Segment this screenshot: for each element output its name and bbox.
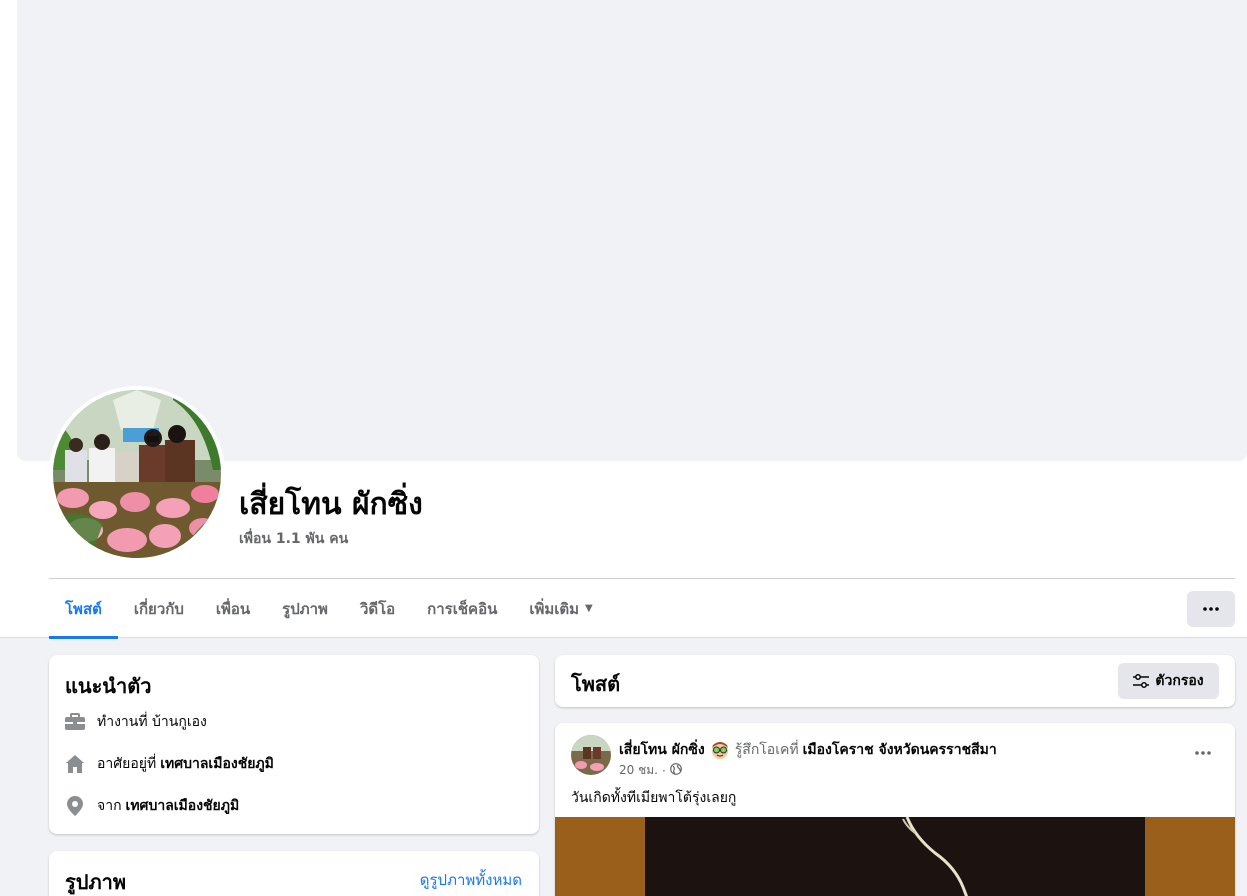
profile-options-button[interactable] [1187, 591, 1235, 627]
profile-header: เสี่ยโทน ผักซิ่ง เพื่อน 1.1 พัน คน โพสต์… [0, 0, 1247, 639]
meta-separator: · [661, 763, 666, 778]
profile-picture[interactable] [53, 390, 221, 558]
see-all-photos-link[interactable]: ดูรูปภาพทั้งหมด [420, 868, 522, 892]
profile-name: เสี่ยโทน ผักซิ่ง [239, 487, 423, 522]
photos-title: รูปภาพ [65, 870, 127, 894]
home-icon [65, 754, 85, 774]
tab-photos[interactable]: รูปภาพ [266, 579, 344, 638]
post-timestamp[interactable]: 20 ชม. [619, 761, 658, 780]
friend-count[interactable]: เพื่อน 1.1 พัน คน [239, 528, 348, 550]
post-text: วันเกิดทั้งทีเมียพาโต้รุ่งเลยกู [571, 790, 737, 806]
tab-label: เพิ่มเติม [529, 599, 580, 618]
tab-more[interactable]: เพิ่มเติม ▼ [513, 579, 608, 638]
post-card: เสี่ยโทน ผักซิ่ง รู้สึกโอเคที่ เมืองโครา… [555, 723, 1235, 896]
more-dots-icon [1203, 607, 1219, 611]
filter-label: ตัวกรอง [1155, 673, 1204, 689]
tab-friends[interactable]: เพื่อน [200, 579, 266, 638]
filter-button[interactable]: ตัวกรอง [1118, 663, 1219, 699]
tab-label: โพสต์ [65, 599, 102, 618]
globe-icon[interactable] [669, 763, 682, 778]
post-photo[interactable] [555, 817, 1235, 896]
intro-from: จาก เทศบาลเมืองชัยภูมิ [65, 795, 239, 817]
profile-tabs: โพสต์ เกี่ยวกับ เพื่อน รูปภาพ วิดีโอ การ… [49, 579, 609, 639]
post-author-avatar[interactable] [571, 735, 611, 775]
posts-header-card: โพสต์ ตัวกรอง [555, 655, 1235, 707]
intro-lives-prefix: อาศัยอยู่ที่ [97, 756, 157, 772]
intro-from-prefix: จาก [97, 798, 122, 814]
tab-label: รูปภาพ [282, 599, 328, 618]
tab-label: การเช็คอิน [427, 599, 498, 618]
post-photo-image [645, 817, 1145, 896]
intro-work: ทำงานที่ บ้านกูเอง [65, 711, 207, 733]
caret-down-icon: ▼ [585, 603, 593, 614]
post-place[interactable]: เมืองโคราช จังหวัดนครราชสีมา [803, 739, 997, 761]
intro-title: แนะนำตัว [65, 674, 152, 698]
more-dots-icon [1195, 751, 1211, 755]
tab-label: เกี่ยวกับ [133, 599, 184, 618]
tab-label: วิดีโอ [359, 599, 396, 618]
post-options-button[interactable] [1185, 741, 1221, 765]
photos-card: รูปภาพ ดูรูปภาพทั้งหมด [49, 851, 539, 896]
tab-videos[interactable]: วิดีโอ [344, 579, 411, 638]
tab-about[interactable]: เกี่ยวกับ [118, 579, 200, 638]
cover-photo[interactable] [17, 0, 1247, 461]
nerd-face-emoji [710, 740, 730, 760]
post-feeling-text: รู้สึกโอเคที่ [734, 742, 799, 758]
intro-from-place[interactable]: เทศบาลเมืองชัยภูมิ [126, 795, 240, 817]
tab-label: เพื่อน [215, 599, 251, 618]
sliders-icon [1133, 674, 1150, 688]
post-header: เสี่ยโทน ผักซิ่ง รู้สึกโอเคที่ เมืองโครา… [619, 739, 997, 761]
post-meta: 20 ชม. · [619, 761, 682, 780]
intro-lives-place[interactable]: เทศบาลเมืองชัยภูมิ [160, 753, 274, 775]
briefcase-icon [65, 712, 85, 732]
post-author-name[interactable]: เสี่ยโทน ผักซิ่ง [619, 739, 705, 761]
posts-title: โพสต์ [571, 672, 621, 696]
location-pin-icon [65, 796, 85, 816]
intro-card: แนะนำตัว ทำงานที่ บ้านกูเอง อาศัยอยู่ที่… [49, 655, 539, 834]
intro-lives: อาศัยอยู่ที่ เทศบาลเมืองชัยภูมิ [65, 753, 274, 775]
tab-check-ins[interactable]: การเช็คอิน [411, 579, 513, 638]
intro-work-text: ทำงานที่ บ้านกูเอง [97, 714, 207, 730]
tab-posts[interactable]: โพสต์ [49, 579, 118, 639]
profile-picture-frame[interactable] [49, 386, 225, 562]
